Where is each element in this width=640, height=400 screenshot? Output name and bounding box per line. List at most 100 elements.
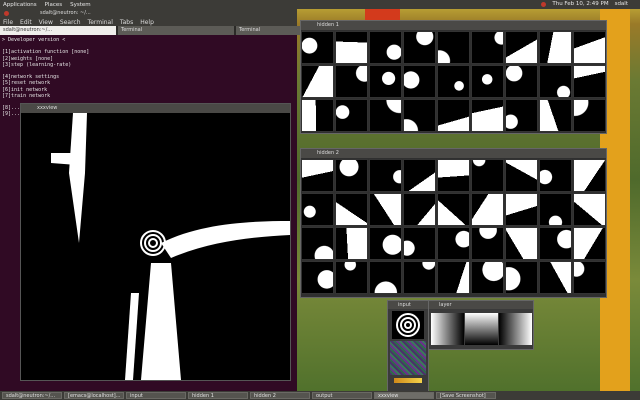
window-title-bar[interactable]: hidden 2 <box>301 149 606 158</box>
feature-tile <box>539 261 572 294</box>
feature-tile <box>539 31 572 64</box>
feature-tile <box>505 193 538 226</box>
feature-tile <box>471 193 504 226</box>
user-menu[interactable]: sdalt <box>615 1 628 7</box>
hidden1-window: hidden 1 <box>300 20 607 134</box>
window-title: layer <box>439 302 452 308</box>
bottom-taskbar: sdalt@neutron:~/... [emacs@localhost]...… <box>0 391 640 400</box>
feature-tile <box>437 31 470 64</box>
hidden2-window: hidden 2 <box>300 148 607 298</box>
terminal-tabs: sdalt@neutron:~/... Terminal Terminal <box>0 26 352 35</box>
close-icon[interactable] <box>4 11 9 18</box>
feature-tile <box>335 261 368 294</box>
places-menu[interactable]: Places <box>45 2 63 8</box>
window-title: sdalt@neutron: ~/... <box>40 10 91 16</box>
feature-tile <box>573 65 606 98</box>
progress-bar <box>394 378 422 383</box>
window-title-bar[interactable]: layer <box>429 301 533 309</box>
feature-tile <box>369 31 402 64</box>
applications-menu[interactable]: Applications <box>3 2 37 8</box>
view-canvas[interactable] <box>21 113 290 380</box>
window-title-bar[interactable]: hidden 1 <box>301 21 606 30</box>
feature-tile <box>437 227 470 260</box>
feature-tile <box>403 227 436 260</box>
feature-tile <box>505 227 538 260</box>
feature-tile <box>301 65 334 98</box>
task-output[interactable]: output <box>312 392 372 399</box>
window-title: hidden 1 <box>317 22 339 28</box>
feature-tile <box>335 65 368 98</box>
feature-tile <box>471 31 504 64</box>
menu-terminal[interactable]: Terminal <box>88 19 113 26</box>
feature-tile <box>539 227 572 260</box>
feature-tile <box>505 261 538 294</box>
feature-tile <box>573 193 606 226</box>
feature-tile <box>301 159 334 192</box>
menu-file[interactable]: File <box>3 19 13 26</box>
input-window: input <box>387 300 429 392</box>
top-panel: Applications Places System Thu Feb 10, 2… <box>0 0 640 9</box>
xxxview-window: xxxview <box>20 103 291 381</box>
menu-help[interactable]: Help <box>140 19 154 26</box>
feature-tile <box>539 193 572 226</box>
feature-tile <box>369 159 402 192</box>
feature-tile <box>539 65 572 98</box>
feature-tile <box>539 99 572 132</box>
task-xxxview[interactable]: xxxview <box>374 392 434 399</box>
task-emacs[interactable]: [emacs@localhost]... <box>64 392 124 399</box>
layer-window: layer <box>428 300 534 350</box>
feature-tile <box>573 31 606 64</box>
feature-tile <box>471 261 504 294</box>
feature-tile <box>369 227 402 260</box>
clock[interactable]: Thu Feb 10, 2:49 PM <box>552 1 608 7</box>
feature-tile <box>471 65 504 98</box>
feature-tile <box>301 99 334 132</box>
feature-tile <box>335 159 368 192</box>
tab-terminal-1[interactable]: sdalt@neutron:~/... <box>0 26 116 35</box>
feature-tile <box>369 261 402 294</box>
feature-tile <box>301 227 334 260</box>
menu-bar: File Edit View Search Terminal Tabs Help <box>0 18 297 26</box>
gradient-tile <box>465 313 498 345</box>
feature-tile <box>369 65 402 98</box>
feature-tile <box>573 159 606 192</box>
feature-tile <box>369 99 402 132</box>
feature-tile <box>471 99 504 132</box>
power-icon[interactable] <box>541 1 547 7</box>
feature-tile <box>437 193 470 226</box>
window-title-bar[interactable]: sdalt@neutron: ~/... <box>0 9 297 18</box>
gradient-tile <box>499 313 532 345</box>
task-terminal[interactable]: sdalt@neutron:~/... <box>2 392 62 399</box>
tab-terminal-2[interactable]: Terminal <box>118 26 234 35</box>
task-hidden2[interactable]: hidden 2 <box>250 392 310 399</box>
system-menu[interactable]: System <box>70 2 91 8</box>
menu-search[interactable]: Search <box>60 19 81 26</box>
menu-tabs[interactable]: Tabs <box>120 19 133 26</box>
feature-tile <box>335 193 368 226</box>
feature-tile <box>437 261 470 294</box>
feature-tile <box>335 227 368 260</box>
menu-view[interactable]: View <box>39 19 53 26</box>
feature-tile <box>573 227 606 260</box>
feature-tile <box>505 65 538 98</box>
tile-grid <box>301 31 606 133</box>
menu-edit[interactable]: Edit <box>20 19 32 26</box>
window-title: hidden 2 <box>317 150 339 156</box>
feature-tile <box>301 261 334 294</box>
feature-tile <box>335 31 368 64</box>
feature-tile <box>403 99 436 132</box>
feature-tile <box>403 31 436 64</box>
task-input[interactable]: input <box>126 392 186 399</box>
feature-tile <box>471 159 504 192</box>
feature-tile <box>403 261 436 294</box>
task-hidden1[interactable]: hidden 1 <box>188 392 248 399</box>
feature-tile <box>471 227 504 260</box>
feature-tile <box>505 99 538 132</box>
task-save-screenshot[interactable]: [Save Screenshot] <box>436 392 496 399</box>
window-title-bar[interactable]: xxxview <box>21 104 290 113</box>
feature-tile <box>403 193 436 226</box>
feature-tile <box>437 99 470 132</box>
feature-tile <box>301 31 334 64</box>
window-title-bar[interactable]: input <box>388 301 428 309</box>
feature-tile <box>437 65 470 98</box>
